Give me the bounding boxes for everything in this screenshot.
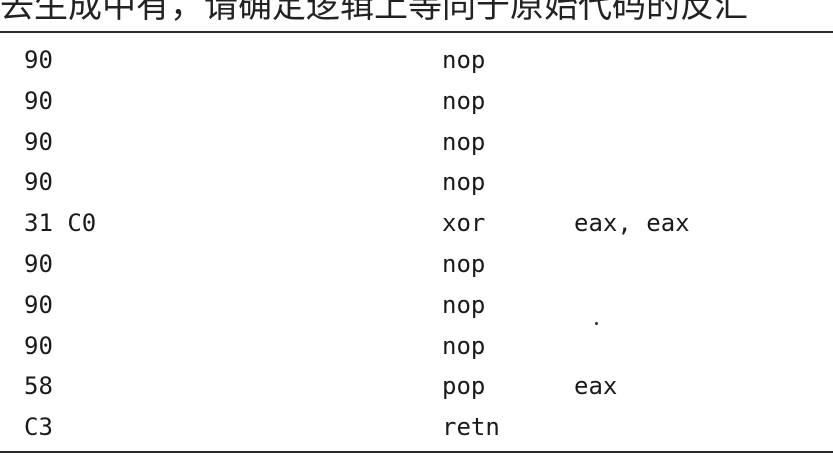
opcode-bytes: 90	[24, 331, 53, 360]
listing-row: 90 nop	[0, 40, 833, 81]
opcode-bytes: 31 C0	[24, 209, 97, 238]
instruction-mnemonic: nop	[442, 290, 486, 319]
listing-row: 90 nop	[0, 285, 833, 326]
instruction-mnemonic: nop	[442, 46, 486, 74]
opcode-bytes: C3	[24, 413, 53, 442]
table-bottom-rule	[0, 451, 833, 453]
instruction-mnemonic: xor	[442, 209, 486, 238]
listing-row: C3 retn	[0, 407, 833, 448]
listing-row: 31 C0 xor eax, eax	[0, 203, 833, 244]
listing-row: 58 pop eax	[0, 366, 833, 407]
opcode-bytes: 90	[24, 127, 53, 156]
cropped-header-text: 去生成中有，请确定逻辑上等同于原始代码的反汇	[0, 0, 748, 26]
opcode-bytes: 90	[24, 290, 53, 319]
listing-row: 90 nop	[0, 162, 833, 203]
listing-row: 90 nop	[0, 81, 833, 122]
opcode-bytes: 90	[24, 249, 53, 278]
instruction-mnemonic: nop	[442, 331, 486, 360]
instruction-mnemonic: nop	[442, 249, 486, 278]
instruction-operands: eax, eax	[574, 209, 690, 238]
instruction-mnemonic: retn	[442, 413, 500, 442]
instruction-mnemonic: nop	[442, 168, 486, 197]
listing-row: 90 nop	[0, 326, 833, 367]
opcode-bytes: 58	[24, 372, 53, 401]
instruction-operands: eax	[574, 372, 618, 401]
listing-row: 90 nop	[0, 122, 833, 163]
opcode-bytes: 90	[24, 168, 53, 197]
print-speck	[595, 322, 598, 325]
disassembly-listing: 90 nop 90 nop 90 nop 90 nop 31 C0 xor ea…	[0, 40, 833, 448]
opcode-bytes: 90	[24, 86, 53, 115]
listing-row: 90 nop	[0, 244, 833, 285]
instruction-mnemonic: nop	[442, 127, 486, 156]
instruction-mnemonic: pop	[442, 372, 486, 401]
table-top-rule	[0, 31, 833, 33]
instruction-mnemonic: nop	[442, 86, 486, 115]
opcode-bytes: 90	[24, 46, 53, 74]
